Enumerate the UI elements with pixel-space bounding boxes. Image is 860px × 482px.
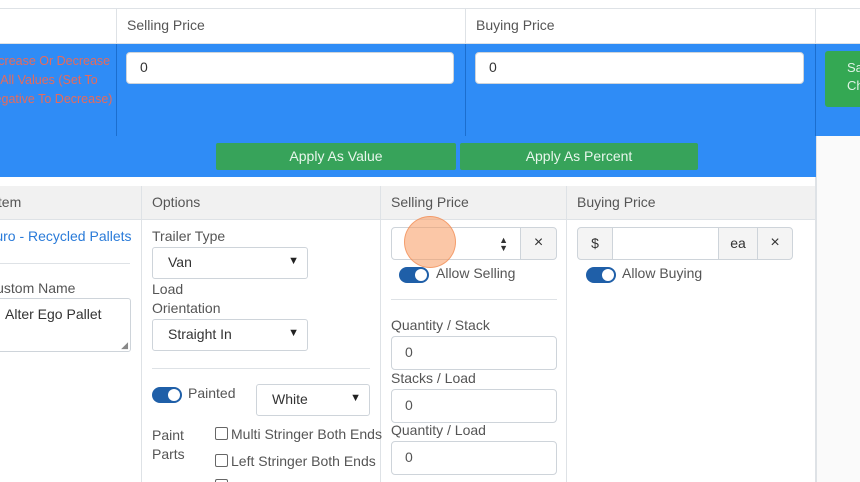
save-changes-label: Save Changes: [847, 60, 860, 93]
paint-part-label: Left Stringer Both Ends: [231, 453, 376, 469]
allow-selling-toggle[interactable]: [399, 267, 429, 283]
trailer-type-value: Van: [168, 254, 192, 270]
selling-clear-button[interactable]: ×: [520, 227, 557, 260]
load-orientation-value: Straight In: [168, 326, 232, 342]
th-item: Item: [0, 186, 142, 220]
trailer-type-label: Trailer Type: [152, 228, 226, 244]
painted-toggle[interactable]: [152, 387, 182, 403]
col-divider: [815, 177, 816, 482]
buy-currency-addon: $: [577, 227, 613, 260]
paint-parts-label: Paint Parts: [152, 427, 185, 462]
allow-buying-toggle[interactable]: [586, 267, 616, 283]
adjust-divider: [815, 44, 816, 136]
buying-price-input[interactable]: [612, 227, 719, 260]
chevron-down-icon: ▼: [288, 255, 299, 267]
custom-name-value: Alter Ego Pallet: [5, 306, 102, 322]
options-divider: [152, 368, 370, 369]
header-selling-price: Selling Price: [116, 8, 465, 44]
paint-part-checkbox[interactable]: [215, 454, 228, 467]
quantity-stack-input[interactable]: 0: [391, 336, 557, 370]
paint-part-checkbox[interactable]: [215, 427, 228, 440]
th-options: Options: [142, 186, 381, 220]
allow-selling-label: Allow Selling: [436, 265, 516, 281]
custom-name-label: Custom Name: [0, 280, 76, 296]
resize-handle-icon[interactable]: ◢: [121, 340, 128, 351]
header-blank-cell: [0, 8, 116, 44]
adjust-divider: [116, 44, 117, 136]
buying-clear-button[interactable]: ×: [757, 227, 793, 260]
header-actions-cell: [815, 8, 860, 44]
save-changes-button[interactable]: Save Changes: [825, 51, 860, 107]
trailer-type-select[interactable]: Van ▼: [152, 247, 308, 279]
paint-part-label: Multi Stringer Both Ends: [231, 426, 382, 442]
painted-label: Painted: [188, 385, 236, 401]
buying-adjust-input[interactable]: 0: [475, 52, 804, 84]
item-divider: [0, 263, 130, 264]
apply-as-percent-button[interactable]: Apply As Percent: [460, 143, 698, 170]
apply-as-value-button[interactable]: Apply As Value: [216, 143, 456, 170]
chevron-down-icon: ▼: [350, 392, 361, 404]
selling-adjust-input[interactable]: 0: [126, 52, 454, 84]
paint-color-value: White: [272, 391, 308, 407]
custom-name-input[interactable]: Alter Ego Pallet ◢: [0, 298, 131, 352]
header-buying-price: Buying Price: [465, 8, 815, 44]
quantity-stack-label: Quantity / Stack: [391, 317, 490, 333]
th-buying-price: Buying Price: [567, 186, 816, 220]
stacks-load-input[interactable]: 0: [391, 389, 557, 423]
stacks-load-label: Stacks / Load: [391, 370, 476, 386]
col-divider: [566, 186, 567, 482]
spinner-icon[interactable]: ▲ ▼: [499, 236, 508, 253]
cursor-indicator: [404, 216, 456, 268]
th-selling-price: Selling Price: [381, 186, 567, 220]
load-orientation-select[interactable]: Straight In ▼: [152, 319, 308, 351]
adjust-divider: [465, 44, 466, 136]
load-orientation-label: Load Orientation: [152, 281, 221, 316]
buy-unit-addon: ea: [718, 227, 758, 260]
adjust-note: Increase Or Decrease All Values (Set To …: [0, 54, 113, 106]
paint-color-select[interactable]: White ▼: [256, 384, 370, 416]
chevron-down-icon: ▼: [288, 327, 299, 339]
right-gutter: [816, 136, 860, 482]
item-link[interactable]: Euro - Recycled Pallets: [0, 228, 142, 244]
selling-divider: [391, 299, 557, 300]
allow-buying-label: Allow Buying: [622, 265, 703, 281]
quantity-load-label: Quantity / Load: [391, 422, 486, 438]
th-item-label: Item: [0, 194, 22, 210]
quantity-load-input[interactable]: 0: [391, 441, 557, 475]
